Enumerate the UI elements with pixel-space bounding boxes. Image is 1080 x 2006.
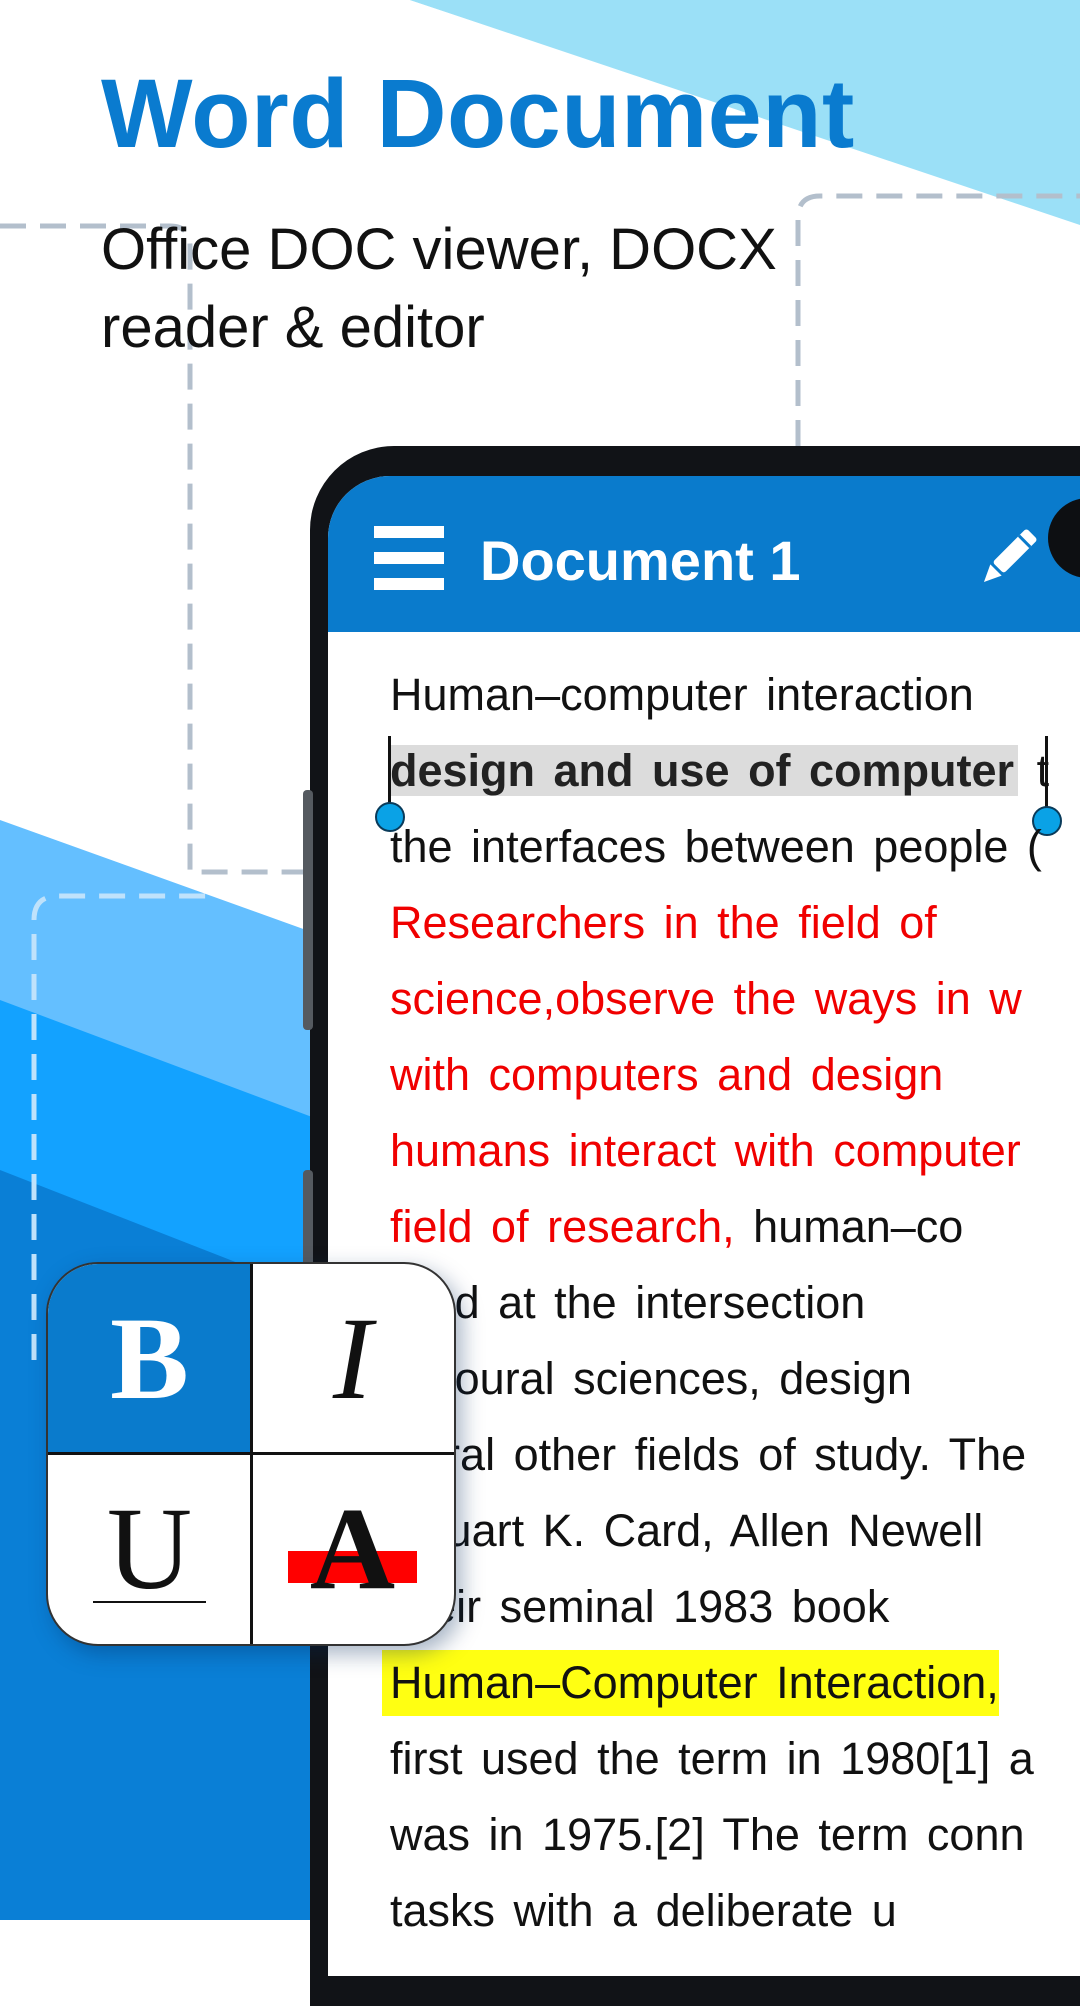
red-text-span: field of research,: [390, 1201, 735, 1252]
app-bar: Document 1: [328, 476, 1080, 632]
front-camera: [1048, 498, 1080, 578]
underline-button[interactable]: U: [48, 1454, 251, 1644]
highlight-color-icon: A: [287, 1481, 418, 1617]
panel-divider-horizontal: [48, 1452, 454, 1455]
phone-volume-button: [303, 790, 313, 1030]
promo-headline: Word Document: [101, 59, 855, 168]
doc-line-mixed: field of research, human–co: [390, 1194, 963, 1260]
selected-text[interactable]: design and use of computer: [390, 745, 1019, 796]
black-text-span: human–co: [734, 1201, 964, 1252]
highlight-letter: A: [309, 1483, 396, 1614]
doc-line-red: science,observe the ways in w: [390, 973, 1022, 1024]
doc-line: Human–computer interaction: [390, 669, 974, 720]
doc-line-red: Researchers in the field of: [390, 897, 937, 948]
doc-line: was in 1975.[2] The term conn: [390, 1809, 1025, 1860]
promo-subtitle-line-1: Office DOC viewer, DOCX: [101, 217, 777, 282]
underline-letter: U: [106, 1483, 193, 1614]
doc-line: tasks with a deliberate u: [390, 1885, 897, 1936]
doc-line-red: with computers and design: [390, 1049, 944, 1100]
doc-line-highlighted: Human–Computer Interaction,: [382, 1650, 999, 1716]
doc-line: the interfaces between people (: [390, 821, 1042, 872]
doc-line-selected: design and use of computer t: [390, 738, 1049, 804]
italic-icon: I: [332, 1293, 373, 1424]
highlight-color-button[interactable]: A: [251, 1454, 454, 1644]
underline-icon: U: [92, 1481, 207, 1617]
phone-screen: Document 1 Human–computer interaction de…: [328, 476, 1080, 1976]
bold-button[interactable]: B: [48, 1264, 251, 1454]
doc-line: first used the term in 1980[1] a: [390, 1733, 1034, 1784]
promo-subtitle-line-2: reader & editor: [101, 295, 485, 360]
selection-start-caret: [388, 736, 391, 812]
hamburger-menu-icon[interactable]: [374, 526, 444, 590]
selection-end-caret: [1045, 736, 1048, 812]
bold-icon: B: [110, 1293, 189, 1424]
format-panel: B I U A: [46, 1262, 456, 1646]
pencil-icon[interactable]: [968, 518, 1048, 598]
doc-line-red: humans interact with computer: [390, 1125, 1021, 1176]
document-title: Document 1: [480, 529, 801, 592]
underline-bar: [92, 1601, 207, 1603]
italic-button[interactable]: I: [251, 1264, 454, 1454]
